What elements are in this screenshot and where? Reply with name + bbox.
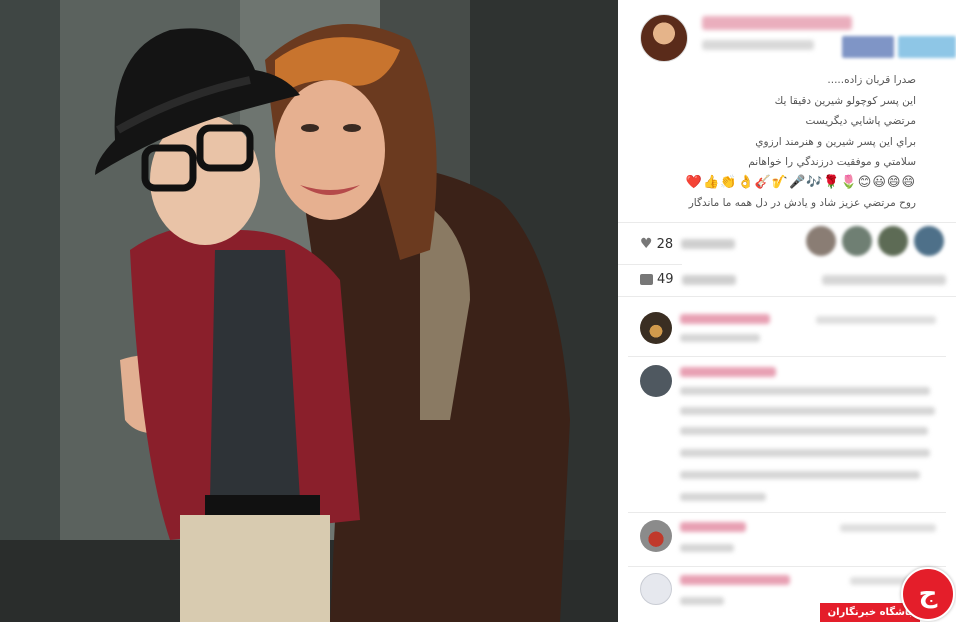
- divider: [618, 264, 682, 265]
- commenter-avatar[interactable]: [640, 573, 672, 605]
- post-sidebar: صدرا قربان زاده..... اين پسر كوچولو شيري…: [618, 0, 956, 622]
- liker-avatar[interactable]: [842, 226, 872, 256]
- comment-text-blurred: [680, 597, 724, 605]
- caption-emoji-line: 😄😄😃😊🌷🌹🎶🎤🎷🎸👌👏👍❤️: [685, 174, 916, 190]
- likes-count-value: 28: [656, 236, 674, 252]
- likers-avatars[interactable]: [806, 226, 944, 256]
- commenter-avatar[interactable]: [640, 312, 672, 344]
- heart-icon: ♥: [640, 236, 653, 252]
- comment-text-blurred: [680, 427, 928, 435]
- comment-time-blurred: [840, 524, 936, 532]
- liker-avatar[interactable]: [914, 226, 944, 256]
- comment-text-blurred: [680, 334, 760, 342]
- commenter-name-blurred[interactable]: [680, 522, 746, 532]
- author-username-blurred[interactable]: [702, 16, 852, 30]
- comment-text-blurred: [680, 471, 920, 479]
- post-header: [618, 0, 956, 66]
- watermark-logo-icon: ج: [901, 567, 955, 621]
- liker-avatar[interactable]: [806, 226, 836, 256]
- comments-count[interactable]: 49: [640, 272, 736, 287]
- caption-line: روح مرتضي عزيز شاد و يادش در دل همه ما م…: [688, 197, 916, 209]
- divider: [628, 356, 946, 357]
- photo-illustration: [0, 0, 618, 622]
- commenter-name-blurred[interactable]: [680, 575, 790, 585]
- post-subtitle-blurred: [702, 40, 814, 50]
- comment-text-blurred: [680, 407, 935, 415]
- comment-text-blurred: [680, 449, 930, 457]
- comments-count-blurred: [681, 274, 736, 285]
- facebook-share-button[interactable]: [842, 36, 894, 58]
- divider: [628, 512, 946, 513]
- comment-text-blurred: [680, 493, 766, 501]
- likes-count[interactable]: ♥ 28: [640, 236, 736, 252]
- watermark-glyph: ج: [918, 579, 938, 609]
- divider: [628, 566, 946, 567]
- caption-line: سلامتي و موفقيت درزندگي را خواهانم: [748, 156, 916, 168]
- liker-avatar[interactable]: [878, 226, 908, 256]
- caption-line: اين پسر كوچولو شيرين دقيقا يك: [774, 94, 916, 107]
- commenter-avatar[interactable]: [640, 520, 672, 552]
- likes-count-blurred: [681, 239, 736, 249]
- caption-line: صدرا قربان زاده.....: [827, 74, 916, 86]
- comment-text-blurred: [680, 544, 734, 552]
- comment-text-blurred: [680, 387, 930, 395]
- comments-count-value: 49: [657, 272, 674, 287]
- comment-bubble-icon: [640, 274, 653, 285]
- divider: [618, 296, 956, 297]
- commenter-name-blurred[interactable]: [680, 367, 776, 377]
- comment-time-blurred: [816, 316, 936, 324]
- commenter-name-blurred[interactable]: [680, 314, 770, 324]
- author-avatar[interactable]: [640, 14, 688, 62]
- caption-line: مرتضي پاشايي ديگريست: [805, 115, 916, 127]
- commenter-avatar[interactable]: [640, 365, 672, 397]
- post-caption: صدرا قربان زاده..... اين پسر كوچولو شيري…: [626, 70, 916, 214]
- divider: [618, 222, 956, 223]
- twitter-share-button[interactable]: [898, 36, 956, 58]
- show-all-comments-blurred[interactable]: [822, 275, 946, 285]
- post-photo[interactable]: [0, 0, 618, 622]
- caption-line: براي اين پسر شيرين و هنرمند ارزوي: [755, 135, 916, 148]
